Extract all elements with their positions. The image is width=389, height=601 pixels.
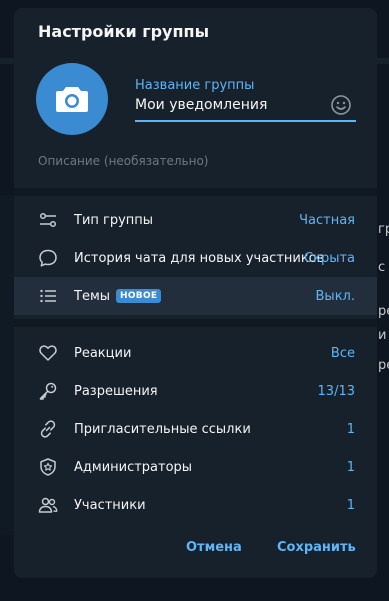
save-button[interactable]: Сохранить <box>277 540 356 555</box>
camera-icon <box>55 85 89 113</box>
row-topics[interactable]: Темы НОВОЕ Выкл. <box>14 277 377 315</box>
row-label: Участники <box>74 497 146 513</box>
description-input[interactable]: Описание (необязательно) <box>38 154 208 168</box>
heart-icon <box>38 343 58 363</box>
background-text: и <box>378 328 387 343</box>
row-permissions[interactable]: Разрешения 13/13 <box>14 372 377 410</box>
group-name-underline <box>135 120 356 122</box>
background-text: ре <box>378 304 389 319</box>
row-label: Реакции <box>74 345 132 361</box>
admin-shield-icon <box>38 457 58 477</box>
background-text: гр <box>378 222 389 237</box>
row-members[interactable]: Участники 1 <box>14 486 377 524</box>
row-administrators[interactable]: Администраторы 1 <box>14 448 377 486</box>
key-icon <box>38 381 58 401</box>
group-settings-dialog: Настройки группы Название группы Мои уве… <box>14 8 377 578</box>
row-value: 1 <box>346 497 355 513</box>
link-icon <box>38 419 58 439</box>
group-name-input[interactable]: Мои уведомления <box>135 97 267 113</box>
section-divider <box>14 188 377 196</box>
section-divider <box>14 319 377 327</box>
row-reactions[interactable]: Реакции Все <box>14 334 377 372</box>
row-invite-links[interactable]: Пригласительные ссылки 1 <box>14 410 377 448</box>
row-label: Тип группы <box>74 212 154 228</box>
members-icon <box>38 495 58 515</box>
background-chat-bubble <box>0 195 14 535</box>
row-value: 13/13 <box>317 383 355 399</box>
row-label: Пригласительные ссылки <box>74 421 251 437</box>
row-value: Скрыта <box>304 250 355 266</box>
chat-bubble-icon <box>38 248 58 268</box>
emoji-button[interactable] <box>330 94 352 116</box>
cancel-button[interactable]: Отмена <box>186 540 242 555</box>
row-value: 1 <box>346 421 355 437</box>
row-value: Выкл. <box>315 288 355 304</box>
dialog-title: Настройки группы <box>38 22 210 41</box>
row-value: Все <box>330 345 355 361</box>
new-badge: НОВОЕ <box>116 289 162 303</box>
row-label: Администраторы <box>74 459 193 475</box>
background-text: с <box>378 260 386 275</box>
avatar-upload-button[interactable] <box>36 63 108 135</box>
group-name-label: Название группы <box>135 78 255 93</box>
row-label: Разрешения <box>74 383 158 399</box>
row-value: Частная <box>299 212 355 228</box>
background-text: ре <box>378 358 389 373</box>
settings-sliders-icon <box>38 210 58 230</box>
row-group-type[interactable]: Тип группы Частная <box>14 201 377 239</box>
row-chat-history[interactable]: История чата для новых участников Скрыта <box>14 239 377 277</box>
smiley-icon <box>330 94 352 116</box>
row-label: История чата для новых участников <box>74 250 325 266</box>
row-label-text: Темы <box>74 288 111 304</box>
row-value: 1 <box>346 459 355 475</box>
topics-list-icon <box>38 286 58 306</box>
row-label: Темы НОВОЕ <box>74 288 162 304</box>
